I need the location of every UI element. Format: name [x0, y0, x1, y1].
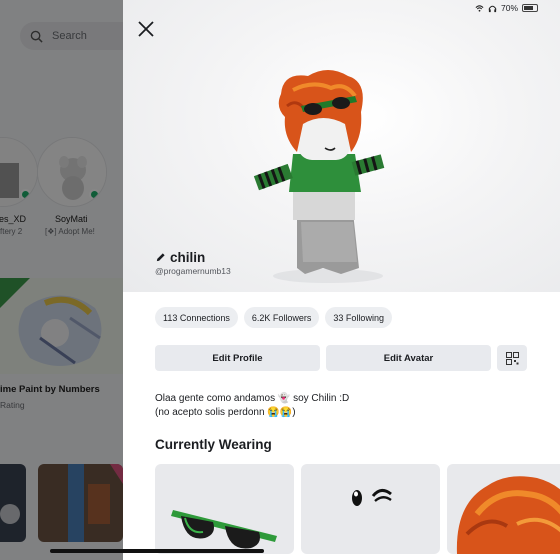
action-buttons: Edit Profile Edit Avatar [155, 345, 527, 371]
battery-icon [522, 4, 538, 12]
background-app: Search es_XD ftery 2 SoyMati [❖] Adopt M… [0, 0, 123, 560]
green-sunglasses-thumbnail [171, 510, 277, 549]
followers-pill[interactable]: 6.2K Followers [243, 307, 320, 328]
close-icon[interactable] [135, 18, 157, 40]
display-name: chilin [170, 250, 206, 265]
screen: Search es_XD ftery 2 SoyMati [❖] Adopt M… [0, 0, 560, 560]
currently-wearing-title: Currently Wearing [155, 437, 272, 452]
following-pill[interactable]: 33 Following [325, 307, 392, 328]
bio-line: (no acepto solis perdonn 😭😭) [155, 406, 296, 418]
currently-wearing-list [155, 464, 560, 554]
pencil-icon[interactable] [155, 252, 166, 263]
qr-code-icon [505, 351, 519, 365]
stats-row: 113 Connections 6.2K Followers 33 Follow… [155, 307, 392, 328]
orange-hair-thumbnail [456, 476, 560, 554]
headphones-icon [488, 5, 497, 12]
wink-face-thumbnail [352, 489, 392, 506]
avatar-3d-figure [253, 70, 385, 283]
bio-line: Olaa gente como andamos 👻 soy Chilin :D [155, 393, 350, 404]
home-indicator [50, 549, 264, 553]
edit-profile-button[interactable]: Edit Profile [155, 345, 320, 371]
connections-pill[interactable]: 113 Connections [155, 307, 238, 328]
display-name-row[interactable]: chilin [155, 250, 205, 265]
status-bar: 70% [475, 3, 538, 13]
username: @progamernumb13 [155, 266, 231, 276]
bio: Olaa gente como andamos 👻 soy Chilin :D … [155, 392, 349, 419]
battery-percent: 70% [500, 3, 518, 13]
qr-code-button[interactable] [497, 345, 527, 371]
wearing-item-orange-hair[interactable] [447, 464, 560, 554]
wearing-item-green-sunglasses[interactable] [155, 464, 294, 554]
background-dim-overlay[interactable] [0, 0, 123, 560]
wearing-item-wink-face[interactable] [301, 464, 440, 554]
edit-avatar-button[interactable]: Edit Avatar [326, 345, 491, 371]
profile-sheet: 70% chilin @progamernumb13 113 Connectio… [123, 0, 560, 560]
wifi-icon [475, 4, 484, 12]
